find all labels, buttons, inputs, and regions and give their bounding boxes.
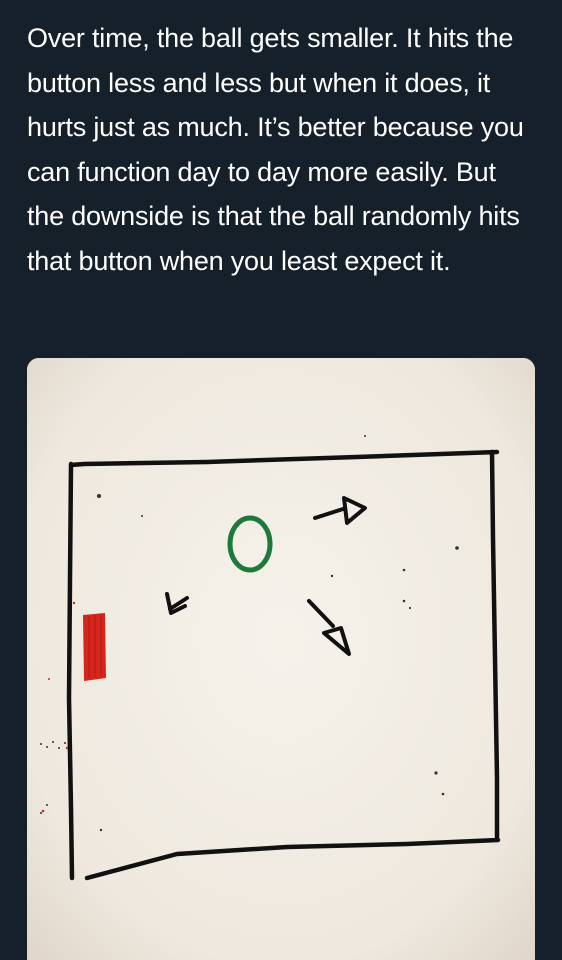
tweet-page: Over time, the ball gets smaller. It hit… (0, 0, 562, 960)
hand-drawn-sketch (27, 358, 535, 960)
tweet-text: Over time, the ball gets smaller. It hit… (27, 23, 524, 276)
tweet-media-image[interactable] (27, 358, 535, 960)
